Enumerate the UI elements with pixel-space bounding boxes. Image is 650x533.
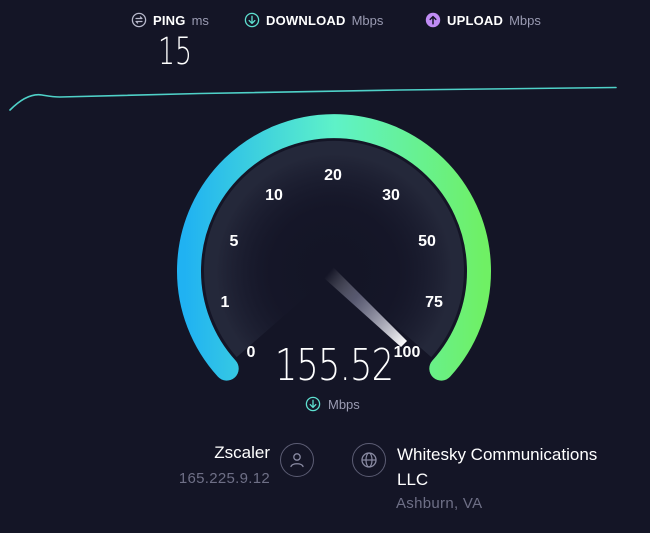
gauge-scale-label: 0 (247, 344, 256, 361)
download-arrow-icon (305, 396, 321, 412)
provider-user-button[interactable] (280, 443, 314, 477)
provider-ip: 165.225.9.12 (178, 470, 270, 487)
provider-name: Zscaler (214, 443, 270, 462)
speed-unit: Mbps (305, 396, 360, 412)
current-speed-value: 155.52 (260, 338, 408, 394)
current-speed-number: 155.52 (274, 340, 394, 391)
gauge-scale-label: 1 (221, 294, 230, 311)
server-name[interactable]: Whitesky Communications LLC (397, 442, 617, 492)
gauge-scale-label: 30 (382, 187, 400, 204)
gauge-scale-label: 50 (418, 233, 436, 250)
speed-unit-label: Mbps (328, 396, 360, 412)
gauge-scale-label: 20 (324, 167, 342, 184)
change-server-button[interactable] (352, 443, 386, 477)
user-icon (290, 453, 304, 468)
gauge-scale-label: 10 (265, 187, 283, 204)
gauge-scale-label: 5 (230, 233, 239, 250)
server-location: Ashburn, VA (396, 495, 483, 512)
globe-icon (361, 452, 377, 468)
gauge-scale-label: 75 (425, 294, 443, 311)
